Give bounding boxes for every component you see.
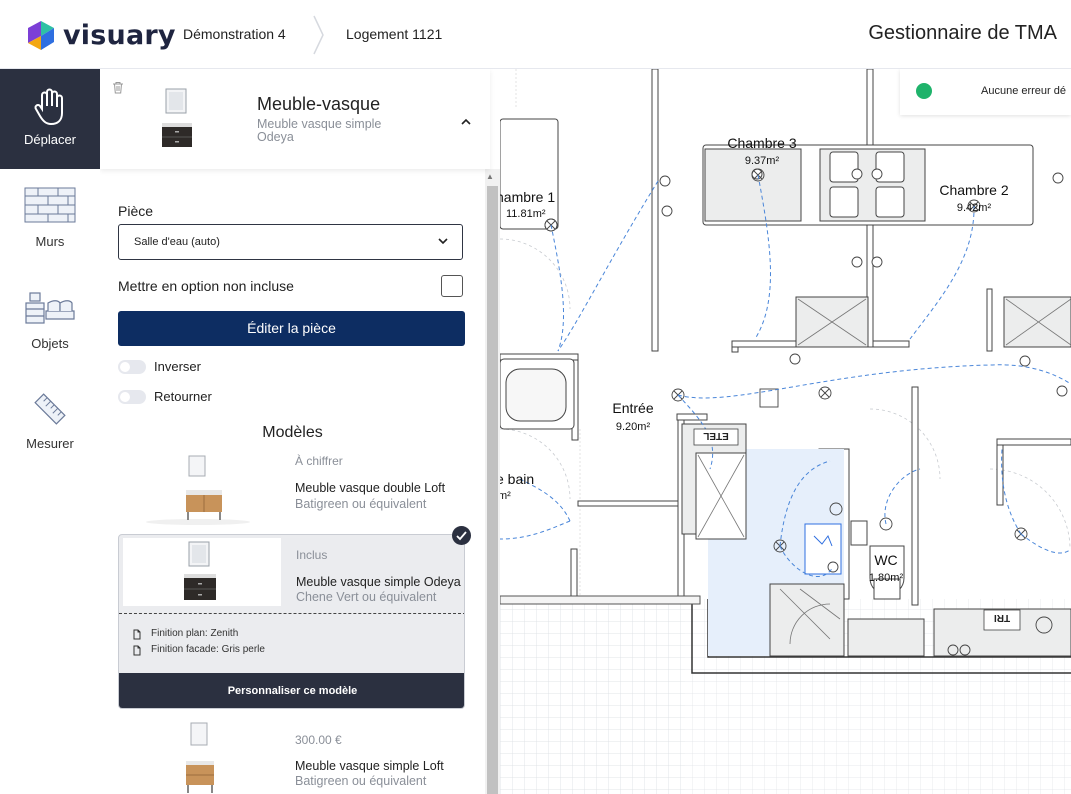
model-item-selected[interactable]: Inclus Meuble vasque simple Odeya Chene …	[118, 534, 465, 709]
piece-label: Pièce	[118, 203, 154, 219]
tool-rail: Déplacer Murs Objets Mesurer	[0, 69, 101, 794]
brick-wall-icon	[24, 187, 76, 223]
customize-model-button[interactable]: Personnaliser ce modèle	[119, 673, 464, 708]
app-header: visuary Démonstration 4 Logement 1121 Ge…	[0, 0, 1071, 69]
retourner-label: Retourner	[154, 389, 212, 404]
room-area: 1.80m²	[869, 572, 904, 584]
chevron-down-icon	[438, 238, 448, 245]
rail-label: Murs	[35, 234, 65, 249]
model-price: 300.00 €	[295, 733, 342, 747]
status-text: Aucune erreur dé	[981, 85, 1066, 97]
finish-icon	[133, 629, 141, 640]
floor-plan-canvas[interactable]: ETEL TRI Chambre 3 9.37m² Chambre 2 9.42…	[500, 69, 1071, 794]
vanity-single-thumbnail	[184, 541, 216, 600]
chevron-up-icon[interactable]	[460, 118, 472, 126]
properties-panel: Meuble-vasque Meuble vasque simple Odeya…	[100, 69, 500, 794]
room-name: hambre 1	[500, 189, 555, 205]
selected-check-icon	[452, 526, 471, 545]
vanity-thumbnail	[162, 88, 192, 147]
room-area: 9.37m²	[745, 155, 780, 167]
room-area: 9.42m²	[957, 202, 992, 214]
finish-plan: Finition plan: Zenith	[151, 628, 239, 639]
option-checkbox[interactable]	[441, 275, 463, 297]
chevron-right-icon	[313, 15, 324, 55]
model-name: Meuble vasque simple Odeya	[296, 575, 461, 589]
inverser-toggle[interactable]	[118, 360, 146, 374]
breadcrumb-project[interactable]: Démonstration 4	[183, 26, 286, 42]
floor-plan-drawing[interactable]: ETEL TRI Chambre 3 9.37m² Chambre 2 9.42…	[500, 69, 1071, 794]
finish-facade: Finition facade: Gris perle	[151, 644, 265, 655]
model-item[interactable]: 300.00 € Meuble vasque simple Loft Batig…	[118, 719, 465, 794]
trash-icon[interactable]	[112, 81, 124, 94]
rail-item-murs[interactable]: Murs	[0, 187, 100, 257]
visuary-logo-icon	[28, 21, 54, 50]
model-sub: Chene Vert ou équivalent	[296, 590, 437, 604]
option-label: Mettre en option non incluse	[118, 278, 294, 294]
rail-item-deplacer[interactable]: Déplacer	[0, 69, 100, 169]
room-name: e bain	[500, 471, 534, 487]
divider	[119, 613, 464, 614]
hand-icon	[34, 88, 63, 126]
status-indicator	[916, 83, 932, 99]
ruler-icon	[34, 393, 66, 425]
model-status: À chiffrer	[295, 454, 343, 468]
breadcrumb-logement[interactable]: Logement 1121	[346, 26, 442, 42]
room-name: Entrée	[612, 400, 653, 416]
vanity-double-thumbnail	[146, 455, 250, 525]
piece-select-value: Salle d'eau (auto)	[134, 236, 220, 248]
finish-icon	[133, 645, 141, 656]
room-name: Chambre 3	[727, 135, 796, 151]
room-area: 9.20m²	[616, 421, 651, 433]
edit-room-button[interactable]: Éditer la pièce	[118, 311, 465, 346]
rail-item-mesurer[interactable]: Mesurer	[0, 391, 100, 461]
models-title: Modèles	[262, 424, 323, 441]
model-name: Meuble vasque simple Loft	[295, 759, 444, 773]
model-sub: Batigreen ou équivalent	[295, 774, 427, 788]
room-name: WC	[874, 552, 897, 568]
room-area: 11.81m²	[506, 208, 546, 220]
object-title: Meuble-vasque	[257, 94, 381, 114]
rail-item-objets[interactable]: Objets	[0, 289, 100, 359]
model-status: Inclus	[296, 548, 328, 562]
page-title: Gestionnaire de TMA	[868, 22, 1057, 44]
plan-label-etel: ETEL	[703, 430, 729, 441]
room-area: m²	[500, 490, 511, 502]
scroll-up-arrow[interactable]: ▲	[486, 172, 494, 181]
model-thumbnail	[123, 538, 281, 606]
room-name: Chambre 2	[939, 182, 1008, 198]
rail-label: Mesurer	[26, 436, 74, 451]
object-header: Meuble-vasque Meuble vasque simple Odeya	[100, 69, 490, 169]
furniture-icon	[25, 292, 75, 324]
plan-label-tri: TRI	[994, 612, 1010, 623]
scrollbar-thumb[interactable]	[487, 186, 498, 794]
piece-select[interactable]: Salle d'eau (auto)	[118, 224, 463, 260]
logo[interactable]: visuary	[25, 18, 176, 52]
model-sub: Batigreen ou équivalent	[295, 497, 427, 511]
rail-label: Déplacer	[23, 132, 77, 147]
model-item[interactable]: À chiffrer Meuble vasque double Loft Bat…	[118, 449, 465, 525]
retourner-toggle[interactable]	[118, 390, 146, 404]
model-name: Meuble vasque double Loft	[295, 481, 446, 495]
rail-label: Objets	[31, 336, 69, 351]
vanity-loft-thumbnail	[186, 722, 214, 793]
inverser-label: Inverser	[154, 359, 201, 374]
error-status-box: Aucune erreur dé	[900, 69, 1071, 115]
object-subtitle: Meuble vasque simple Odeya	[257, 117, 382, 144]
logo-text: visuary	[63, 19, 176, 51]
